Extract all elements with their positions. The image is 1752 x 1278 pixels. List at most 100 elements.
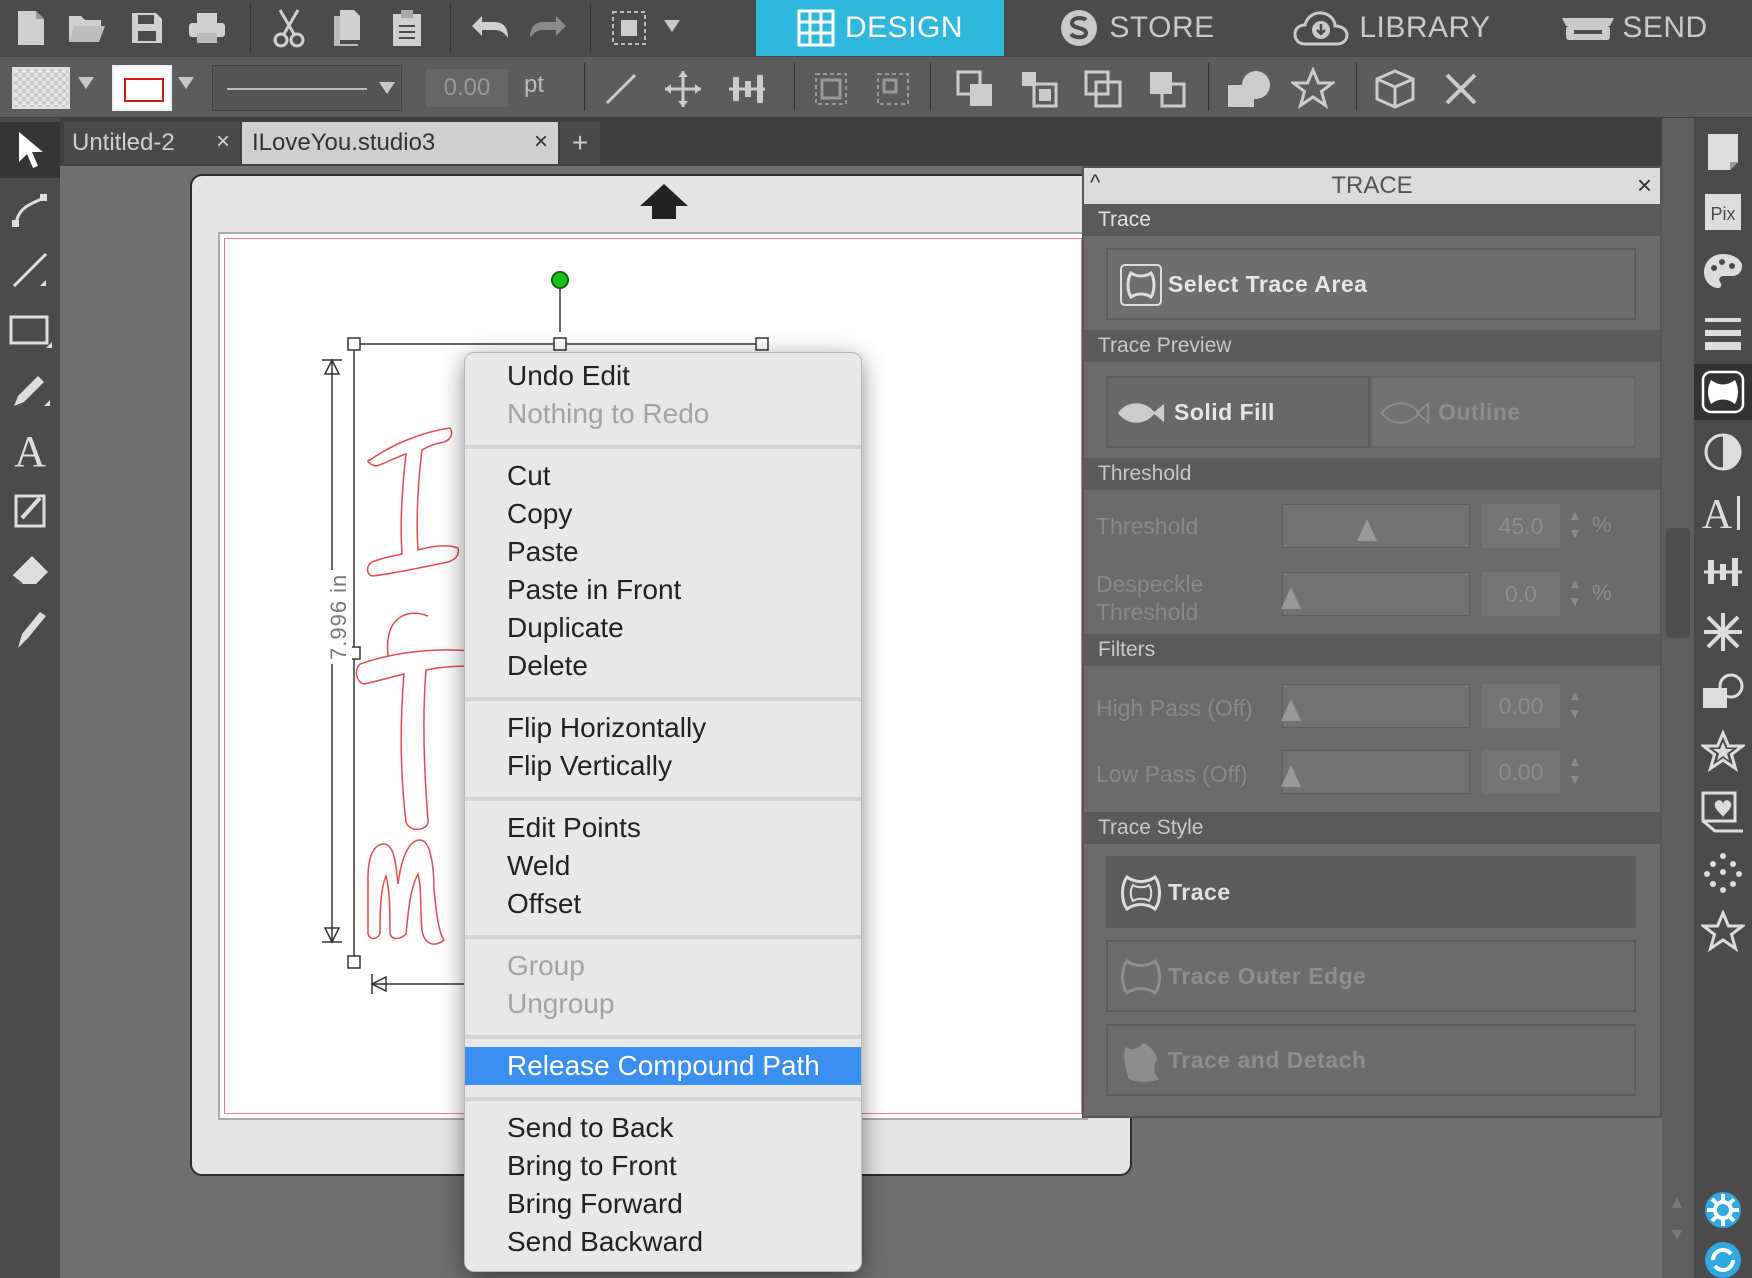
slider-thumb[interactable] <box>1281 765 1301 787</box>
menu-item-bring-to-front[interactable]: Bring to Front <box>465 1147 861 1185</box>
tab-untitled-2[interactable]: Untitled-2 × <box>64 122 240 164</box>
scroll-down-icon[interactable]: ▼ <box>1668 1224 1686 1245</box>
threshold-stepper-icon[interactable]: ▲ ▼ <box>1568 506 1582 542</box>
line-width-input[interactable]: 0.00 <box>426 69 508 107</box>
menu-item-bring-forward[interactable]: Bring Forward <box>465 1185 861 1223</box>
diagonal-line-icon[interactable] <box>598 67 644 111</box>
scrollbar-thumb[interactable] <box>1666 528 1690 638</box>
close-icon[interactable]: × <box>1637 170 1652 201</box>
move-arrows-icon[interactable] <box>660 67 706 111</box>
tab-store[interactable]: STORE <box>1004 0 1270 56</box>
undo-icon[interactable] <box>466 6 512 50</box>
text-tool-icon[interactable]: A <box>0 422 60 478</box>
menu-item-undo-edit[interactable]: Undo Edit <box>465 357 861 395</box>
weld-shapes-icon[interactable] <box>1226 67 1272 111</box>
slider-thumb[interactable] <box>1281 587 1301 609</box>
pencil-tool-icon[interactable] <box>0 362 60 418</box>
open-folder-icon[interactable] <box>64 6 110 50</box>
despeckle-slider[interactable] <box>1281 572 1470 616</box>
copy-icon[interactable] <box>324 6 370 50</box>
trace-outer-edge-button[interactable]: Trace Outer Edge <box>1106 940 1636 1012</box>
send-to-back-icon[interactable] <box>1016 67 1062 111</box>
low-pass-slider[interactable] <box>1281 750 1470 794</box>
high-pass-slider[interactable] <box>1281 684 1470 728</box>
chevron-down-icon[interactable] <box>664 20 680 32</box>
cut-scissors-icon[interactable] <box>266 6 312 50</box>
bring-to-front-icon[interactable] <box>952 67 998 111</box>
chevron-down-icon[interactable] <box>178 77 194 89</box>
low-pass-stepper-icon[interactable]: ▲ ▼ <box>1568 752 1582 788</box>
low-pass-value-input[interactable]: 0.00 <box>1482 750 1560 794</box>
modify-shapes-icon[interactable] <box>1694 664 1752 720</box>
high-pass-stepper-icon[interactable]: ▲ ▼ <box>1568 686 1582 722</box>
chevron-down-icon[interactable] <box>78 77 94 89</box>
pointer-arrow-icon[interactable] <box>0 122 60 178</box>
line-style-icon[interactable] <box>1694 304 1752 360</box>
tab-library[interactable]: LIBRARY <box>1270 0 1514 56</box>
save-icon[interactable] <box>124 6 170 50</box>
edit-points-icon[interactable] <box>0 182 60 238</box>
image-effects-icon[interactable] <box>1694 784 1752 840</box>
tab-iloveyou-studio3[interactable]: ILoveYou.studio3 × <box>242 122 558 164</box>
send-backward-icon[interactable] <box>1144 67 1190 111</box>
favorites-star-icon[interactable] <box>1694 904 1752 960</box>
line-color-swatch[interactable] <box>112 65 172 111</box>
fill-palette-icon[interactable] <box>1694 244 1752 300</box>
eraser-tool-icon[interactable] <box>0 542 60 598</box>
settings-gear-icon[interactable] <box>1694 1182 1752 1238</box>
threshold-value-input[interactable]: 45.0 <box>1482 504 1560 548</box>
fill-color-swatch[interactable] <box>12 67 70 109</box>
solid-fill-preview-button[interactable]: Solid Fill <box>1106 376 1370 448</box>
contrast-icon[interactable] <box>1694 424 1752 480</box>
panel-scrollbar[interactable]: ▲ ▼ <box>1662 118 1694 1278</box>
outline-preview-button[interactable]: Outline <box>1370 376 1636 448</box>
pixscan-icon[interactable]: Pix <box>1694 184 1752 240</box>
group-icon[interactable] <box>808 67 854 111</box>
scroll-up-icon[interactable]: ▲ <box>1668 1192 1686 1213</box>
menu-item-cut[interactable]: Cut <box>465 457 861 495</box>
menu-item-copy[interactable]: Copy <box>465 495 861 533</box>
trace-button[interactable]: Trace <box>1106 856 1636 928</box>
despeckle-value-input[interactable]: 0.0 <box>1482 572 1560 616</box>
menu-item-delete[interactable]: Delete <box>465 647 861 685</box>
slider-thumb[interactable] <box>1356 519 1377 541</box>
replicate-icon[interactable] <box>1694 604 1752 660</box>
delete-x-icon[interactable] <box>1438 67 1484 111</box>
slider-thumb[interactable] <box>1281 699 1301 721</box>
menu-item-release-compound-path[interactable]: Release Compound Path <box>465 1047 861 1085</box>
rectangle-tool-icon[interactable] <box>0 302 60 358</box>
text-style-icon[interactable]: A <box>1694 484 1752 540</box>
3d-box-icon[interactable] <box>1372 67 1418 111</box>
menu-item-paste-in-front[interactable]: Paste in Front <box>465 571 861 609</box>
paste-clipboard-icon[interactable] <box>384 6 430 50</box>
despeckle-stepper-icon[interactable]: ▲ ▼ <box>1568 574 1582 610</box>
line-style-select[interactable] <box>212 65 402 111</box>
bring-forward-icon[interactable] <box>1080 67 1126 111</box>
menu-item-offset[interactable]: Offset <box>465 885 861 923</box>
close-icon[interactable]: × <box>534 128 548 156</box>
star-shape-icon[interactable] <box>1290 67 1336 111</box>
high-pass-value-input[interactable]: 0.00 <box>1482 684 1560 728</box>
trace-panel-icon[interactable] <box>1694 364 1752 420</box>
new-document-icon[interactable] <box>8 6 54 50</box>
redo-icon[interactable] <box>526 6 572 50</box>
menu-item-paste[interactable]: Paste <box>465 533 861 571</box>
ungroup-icon[interactable] <box>870 67 916 111</box>
select-all-icon[interactable] <box>606 6 652 50</box>
trace-and-detach-button[interactable]: Trace and Detach <box>1106 1024 1636 1096</box>
tab-design[interactable]: DESIGN <box>756 0 1004 56</box>
close-icon[interactable]: × <box>216 128 230 156</box>
menu-item-duplicate[interactable]: Duplicate <box>465 609 861 647</box>
sync-icon[interactable] <box>1694 1232 1752 1278</box>
offset-star-icon[interactable] <box>1694 724 1752 780</box>
menu-item-edit-points[interactable]: Edit Points <box>465 809 861 847</box>
menu-item-send-to-back[interactable]: Send to Back <box>465 1109 861 1147</box>
knife-tool-icon[interactable] <box>0 602 60 658</box>
draw-sketch-icon[interactable] <box>0 482 60 538</box>
menu-item-weld[interactable]: Weld <box>465 847 861 885</box>
align-panel-icon[interactable] <box>1694 544 1752 600</box>
print-icon[interactable] <box>184 6 230 50</box>
menu-item-flip-horizontally[interactable]: Flip Horizontally <box>465 709 861 747</box>
page-setup-icon[interactable] <box>1694 124 1752 180</box>
add-tab-button[interactable]: + <box>560 122 600 164</box>
